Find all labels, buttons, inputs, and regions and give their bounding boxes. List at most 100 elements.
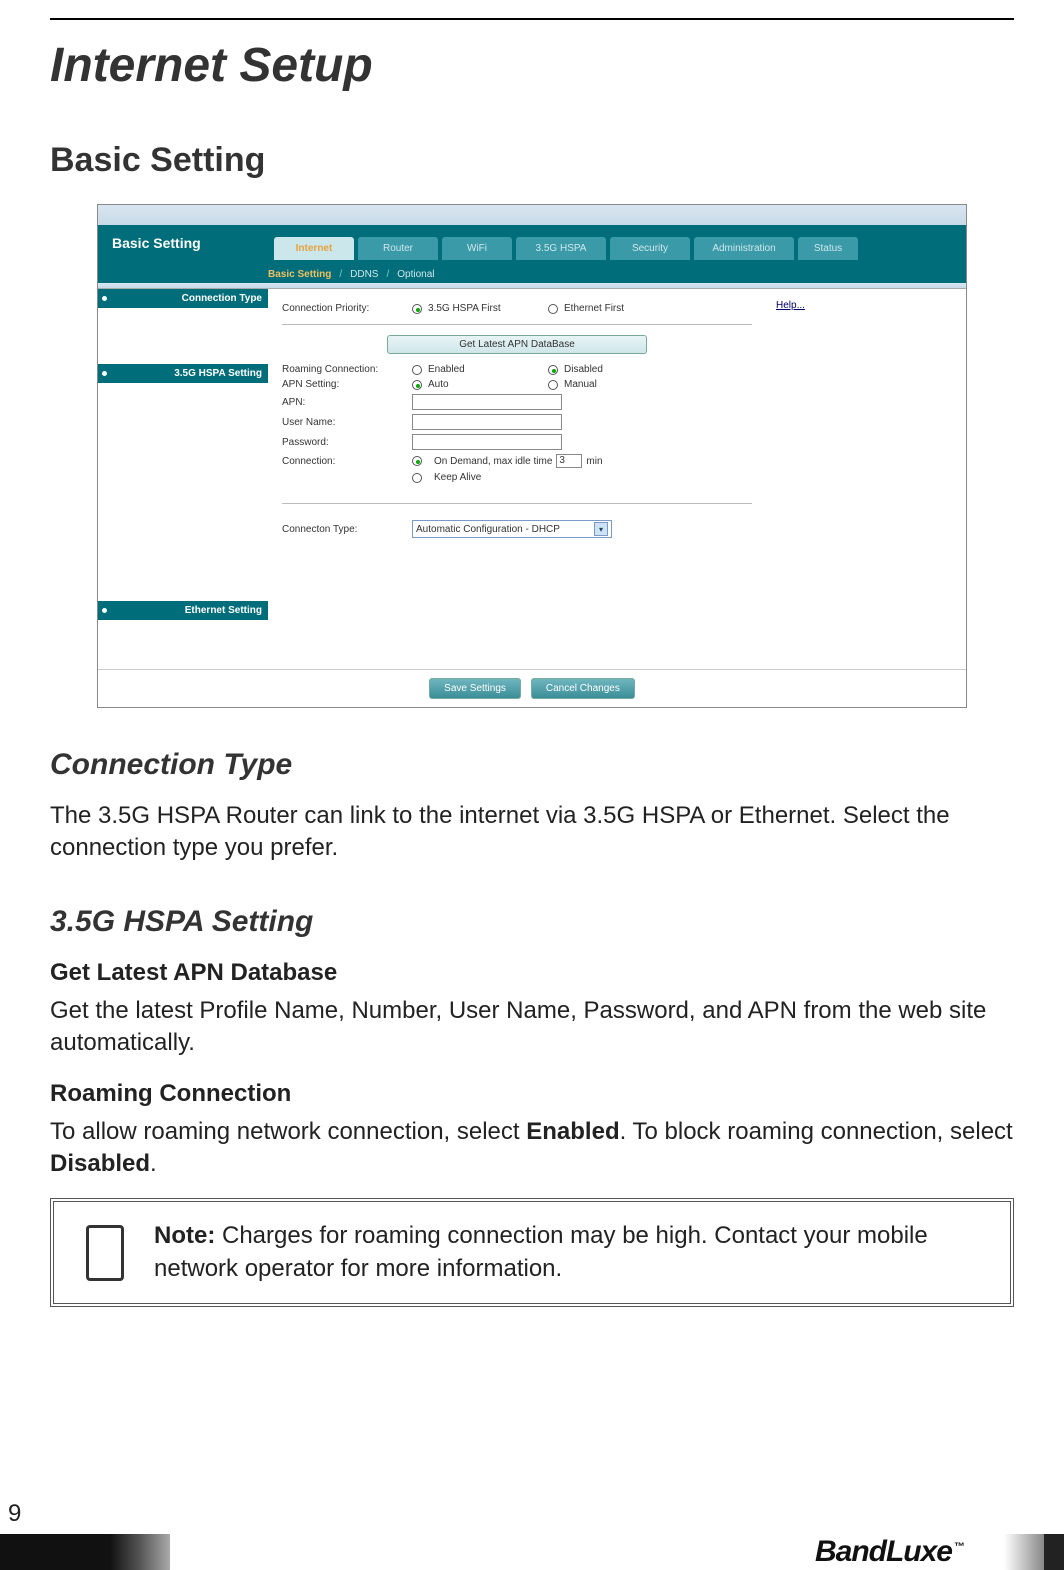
apn-setting-row: APN Setting: Auto Manual bbox=[282, 379, 752, 390]
heading-hspa-setting: 3.5G HSPA Setting bbox=[50, 905, 1014, 939]
tab-admin[interactable]: Administration bbox=[694, 237, 794, 260]
heading-roaming: Roaming Connection bbox=[50, 1080, 1014, 1108]
tab-hspa[interactable]: 3.5G HSPA bbox=[516, 237, 606, 260]
tab-security[interactable]: Security bbox=[610, 237, 690, 260]
shot-sidebar: Connection Type 3.5G HSPA Setting Ethern… bbox=[98, 289, 268, 669]
footer-segment bbox=[0, 1534, 110, 1570]
trademark-symbol: ™ bbox=[954, 1541, 964, 1553]
heading-connection-type: Connection Type bbox=[50, 748, 1014, 782]
ondemand-suffix: min bbox=[586, 456, 602, 467]
tab-status[interactable]: Status bbox=[798, 237, 858, 260]
shot-header-title: Basic Setting bbox=[98, 225, 268, 265]
radio-roaming-enabled[interactable] bbox=[412, 365, 422, 375]
footer-segment bbox=[1044, 1534, 1064, 1570]
conn-priority-label: Connection Priority: bbox=[282, 303, 412, 314]
radio-ethernet-first[interactable] bbox=[548, 304, 558, 314]
side-conn-type-label: Connection Type bbox=[113, 293, 262, 304]
subtab-ddns[interactable]: DDNS bbox=[350, 269, 378, 280]
shot-topbar bbox=[98, 205, 966, 225]
page-number: 9 bbox=[8, 1500, 21, 1528]
shot-header: Basic Setting Internet Router WiFi 3.5G … bbox=[98, 225, 966, 265]
radio-ondemand[interactable] bbox=[412, 456, 422, 466]
footer-brand-area: BandLuxe™ bbox=[170, 1534, 1004, 1570]
shot-subtabs: Basic Setting / DDNS / Optional bbox=[98, 265, 966, 283]
radio-ethernet-first-label: Ethernet First bbox=[564, 303, 624, 314]
para-apn-database: Get the latest Profile Name, Number, Use… bbox=[50, 995, 1014, 1060]
radio-apn-auto-label: Auto bbox=[428, 379, 548, 390]
radio-roaming-enabled-label: Enabled bbox=[428, 364, 548, 375]
section-heading: Basic Setting bbox=[50, 141, 1014, 180]
apn-setting-label: APN Setting: bbox=[282, 379, 412, 390]
roaming-text-3: . bbox=[150, 1150, 157, 1177]
save-settings-button[interactable]: Save Settings bbox=[429, 678, 521, 699]
roaming-disabled-bold: Disabled bbox=[50, 1150, 150, 1177]
subtab-sep: / bbox=[339, 269, 342, 280]
footer-segment bbox=[1004, 1534, 1044, 1570]
page-title: Internet Setup bbox=[50, 38, 1014, 93]
eth-conn-type-row: Connecton Type: Automatic Configuration … bbox=[282, 520, 752, 538]
username-label: User Name: bbox=[282, 417, 412, 428]
get-apn-button[interactable]: Get Latest APN DataBase bbox=[387, 335, 647, 354]
radio-hspa-first-label: 3.5G HSPA First bbox=[428, 303, 548, 314]
help-link[interactable]: Help... bbox=[776, 300, 805, 311]
top-rule bbox=[50, 18, 1014, 20]
heading-apn-database: Get Latest APN Database bbox=[50, 959, 1014, 987]
roaming-label: Roaming Connection: bbox=[282, 364, 412, 375]
subtab-sep: / bbox=[386, 269, 389, 280]
ondemand-prefix: On Demand, max idle time bbox=[434, 456, 552, 467]
side-eth-setting: Ethernet Setting bbox=[98, 601, 268, 620]
footer-segment bbox=[110, 1534, 140, 1570]
shot-tabs: Internet Router WiFi 3.5G HSPA Security … bbox=[268, 225, 966, 265]
subtab-optional[interactable]: Optional bbox=[397, 269, 434, 280]
radio-roaming-disabled-label: Disabled bbox=[564, 364, 603, 375]
shot-main: Connection Priority: 3.5G HSPA First Eth… bbox=[268, 289, 766, 669]
apn-label: APN: bbox=[282, 397, 412, 408]
radio-apn-manual-label: Manual bbox=[564, 379, 597, 390]
para-roaming: To allow roaming network connection, sel… bbox=[50, 1116, 1014, 1181]
divider bbox=[282, 324, 752, 325]
password-label: Password: bbox=[282, 437, 412, 448]
connection-label: Connection: bbox=[282, 456, 412, 467]
username-row: User Name: bbox=[282, 414, 752, 430]
radio-roaming-disabled[interactable] bbox=[548, 365, 558, 375]
brand-logo: BandLuxe™ bbox=[815, 1535, 964, 1569]
conn-priority-row: Connection Priority: 3.5G HSPA First Eth… bbox=[282, 303, 752, 314]
username-input[interactable] bbox=[412, 414, 562, 430]
tab-wifi[interactable]: WiFi bbox=[442, 237, 512, 260]
side-gap bbox=[98, 383, 268, 601]
eth-conn-type-select[interactable]: Automatic Configuration - DHCP ▾ bbox=[412, 520, 612, 538]
footer-bar: BandLuxe™ bbox=[0, 1534, 1064, 1570]
radio-hspa-first[interactable] bbox=[412, 304, 422, 314]
page-footer: 9 BandLuxe™ bbox=[0, 1500, 1064, 1570]
eth-conn-type-value: Automatic Configuration - DHCP bbox=[416, 524, 560, 535]
side-eth-setting-label: Ethernet Setting bbox=[113, 605, 262, 616]
idle-time-input[interactable]: 3 bbox=[556, 454, 582, 468]
apn-row: APN: bbox=[282, 394, 752, 410]
radio-apn-auto[interactable] bbox=[412, 380, 422, 390]
radio-apn-manual[interactable] bbox=[548, 380, 558, 390]
roaming-enabled-bold: Enabled bbox=[526, 1118, 619, 1145]
side-conn-type: Connection Type bbox=[98, 289, 268, 308]
cancel-changes-button[interactable]: Cancel Changes bbox=[531, 678, 635, 699]
radio-keepalive[interactable] bbox=[412, 473, 422, 483]
note-text: Note: Charges for roaming connection may… bbox=[154, 1220, 992, 1285]
apn-input[interactable] bbox=[412, 394, 562, 410]
para-connection-type: The 3.5G HSPA Router can link to the int… bbox=[50, 800, 1014, 865]
tab-router[interactable]: Router bbox=[358, 237, 438, 260]
bullet-icon bbox=[102, 296, 107, 301]
eth-conn-type-label: Connecton Type: bbox=[282, 524, 412, 535]
router-screenshot: Basic Setting Internet Router WiFi 3.5G … bbox=[97, 204, 967, 708]
shot-right-panel: Help... bbox=[766, 289, 966, 669]
password-input[interactable] bbox=[412, 434, 562, 450]
connection-row: Connection: On Demand, max idle time 3 m… bbox=[282, 454, 752, 468]
bullet-icon bbox=[102, 371, 107, 376]
shot-footer: Save Settings Cancel Changes bbox=[98, 669, 966, 707]
bullet-icon bbox=[102, 608, 107, 613]
tab-internet[interactable]: Internet bbox=[274, 237, 354, 260]
side-gap bbox=[98, 308, 268, 364]
password-row: Password: bbox=[282, 434, 752, 450]
divider bbox=[282, 503, 752, 504]
subtab-basic[interactable]: Basic Setting bbox=[268, 269, 331, 280]
side-hspa-setting: 3.5G HSPA Setting bbox=[98, 364, 268, 383]
note-body: Charges for roaming connection may be hi… bbox=[154, 1222, 928, 1281]
